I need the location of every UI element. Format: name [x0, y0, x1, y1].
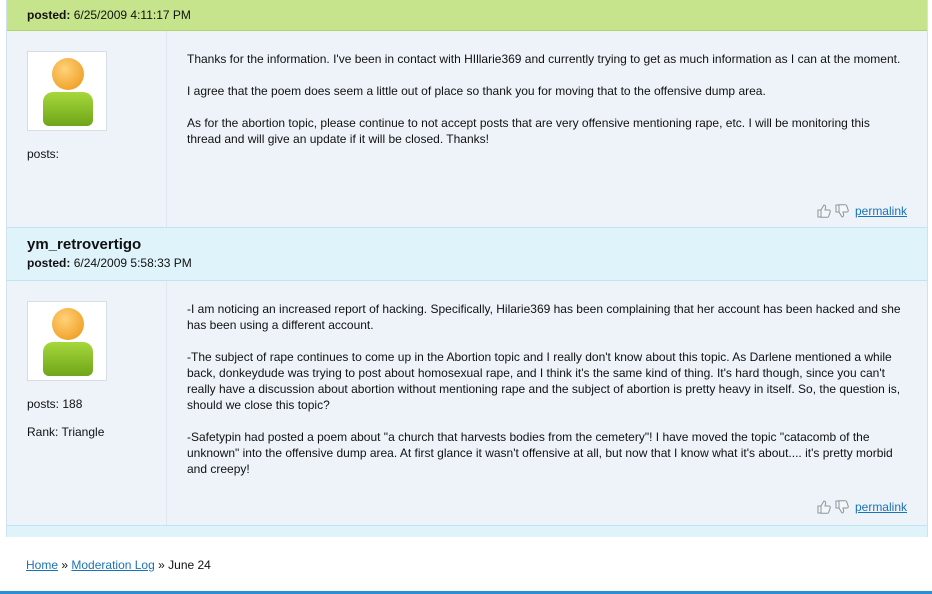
post-paragraph: -Safetypin had posted a poem about "a ch… — [187, 430, 893, 476]
thumbs-down-icon[interactable] — [834, 499, 850, 515]
post-paragraph: -The subject of rape continues to come u… — [187, 350, 901, 412]
post-body: posts: Thanks for the information. I've … — [7, 31, 927, 227]
breadcrumb-moderation-log-link[interactable]: Moderation Log — [71, 558, 154, 572]
thumbs-up-icon[interactable] — [816, 203, 832, 219]
posted-label: posted: — [27, 8, 71, 22]
post-header: ym_retrovertigo posted: 6/24/2009 5:58:3… — [7, 227, 927, 281]
breadcrumb: Home » Moderation Log » June 24 — [26, 558, 211, 572]
post-paragraph: As for the abortion topic, please contin… — [187, 116, 870, 146]
thumbs-down-icon[interactable] — [834, 203, 850, 219]
post-body: posts: 188 Rank: Triangle -I am noticing… — [7, 281, 927, 525]
breadcrumb-separator: » — [158, 558, 165, 572]
avatar-body-icon — [43, 92, 93, 126]
permalink-link[interactable]: permalink — [855, 499, 907, 515]
user-rank: Rank: Triangle — [27, 425, 105, 439]
avatar[interactable] — [27, 301, 107, 381]
posted-date: 6/25/2009 4:11:17 PM — [73, 8, 191, 22]
post-author-panel: posts: 188 Rank: Triangle — [7, 281, 167, 525]
avatar-head-icon — [52, 308, 84, 340]
post-content: -I am noticing an increased report of ha… — [167, 281, 927, 525]
avatar[interactable] — [27, 51, 107, 131]
avatar-head-icon — [52, 58, 84, 90]
post-content: Thanks for the information. I've been in… — [167, 31, 927, 227]
post-author-panel: posts: — [7, 31, 167, 227]
breadcrumb-separator: » — [61, 558, 69, 572]
post-paragraph: Thanks for the information. I've been in… — [187, 52, 901, 66]
breadcrumb-home-link[interactable]: Home — [26, 558, 58, 572]
post-username[interactable]: ym_retrovertigo — [27, 236, 927, 253]
permalink-link[interactable]: permalink — [855, 203, 907, 219]
breadcrumb-current: June 24 — [168, 558, 211, 572]
post-separator — [7, 525, 927, 537]
post-paragraph: -I am noticing an increased report of ha… — [187, 302, 901, 332]
post-header: posted: 6/25/2009 4:11:17 PM — [7, 0, 927, 31]
footer: Home » Moderation Log » June 24 — [0, 542, 932, 594]
post-actions: permalink — [816, 499, 907, 515]
avatar-body-icon — [43, 342, 93, 376]
post-count: posts: 188 — [27, 397, 83, 411]
posted-date: 6/24/2009 5:58:33 PM — [73, 256, 192, 270]
forum-thread: posted: 6/25/2009 4:11:17 PM posts: Than… — [6, 0, 928, 537]
posted-label: posted: — [27, 256, 71, 270]
post-paragraph: I agree that the poem does seem a little… — [187, 84, 766, 98]
thumbs-up-icon[interactable] — [816, 499, 832, 515]
post-actions: permalink — [816, 203, 907, 219]
post-count: posts: — [27, 147, 60, 161]
